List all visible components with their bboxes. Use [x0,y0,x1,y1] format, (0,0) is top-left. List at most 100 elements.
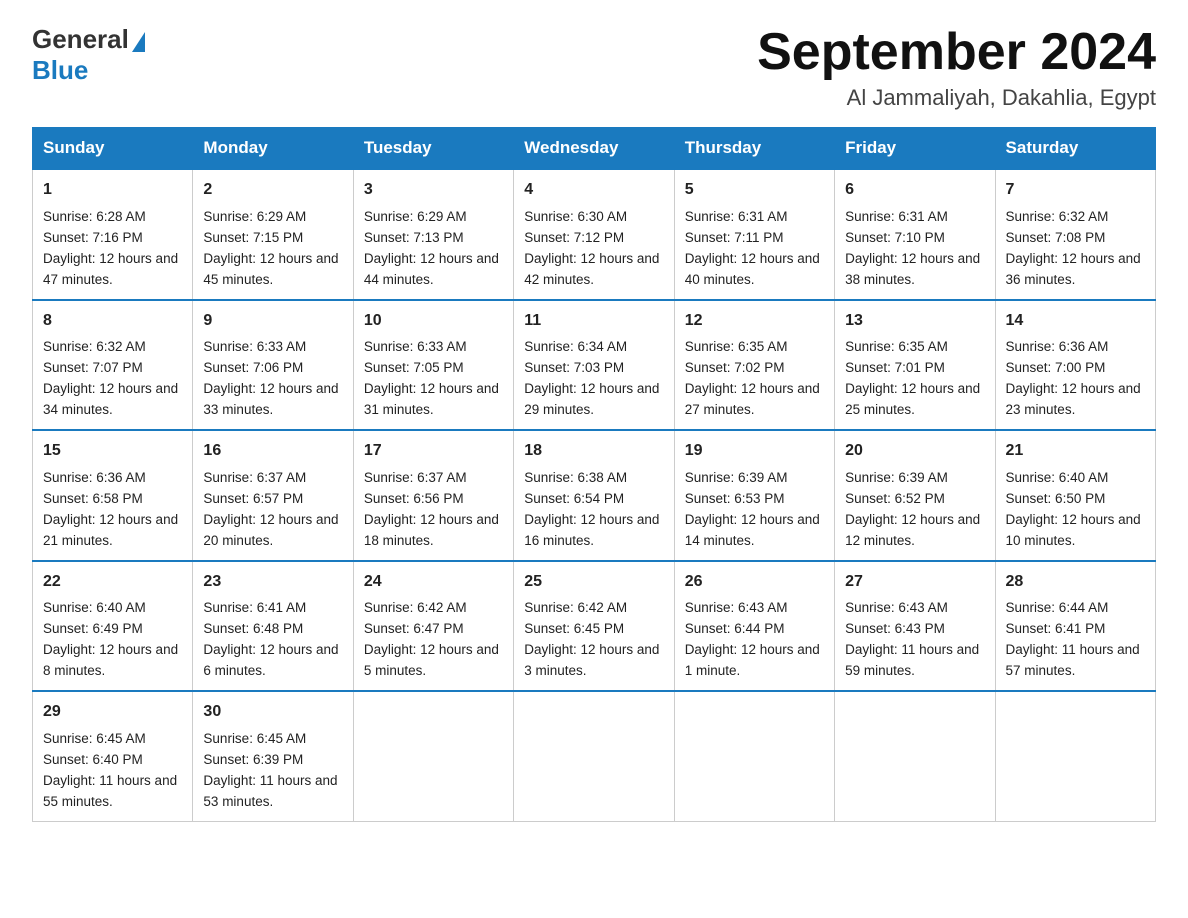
day-number: 9 [203,309,342,334]
logo-triangle-icon [132,32,145,52]
sunrise-text: Sunrise: 6:37 AM [364,470,467,485]
sunset-text: Sunset: 6:48 PM [203,621,303,636]
sunrise-text: Sunrise: 6:34 AM [524,339,627,354]
sunrise-text: Sunrise: 6:29 AM [364,209,467,224]
calendar-day-24: 24 Sunrise: 6:42 AM Sunset: 6:47 PM Dayligh… [353,561,513,691]
calendar-day-3: 3Sunrise: 6:29 AMSunset: 7:13 PMDaylight… [353,169,513,299]
day-number: 30 [203,700,342,725]
day-number: 28 [1006,570,1145,595]
calendar-header-friday: Friday [835,128,995,170]
daylight-text: Daylight: 12 hours and 45 minutes. [203,251,338,287]
sunset-text: Sunset: 7:16 PM [43,230,143,245]
sunset-text: Sunset: 6:45 PM [524,621,624,636]
day-number: 21 [1006,439,1145,464]
daylight-text: Daylight: 12 hours and 6 minutes. [203,642,338,678]
week-row-5: 29Sunrise: 6:45 AMSunset: 6:40 PMDayligh… [33,691,1156,821]
calendar-day-6: 6Sunrise: 6:31 AMSunset: 7:10 PMDaylight… [835,169,995,299]
daylight-text: Daylight: 11 hours and 55 minutes. [43,773,177,809]
day-number: 14 [1006,309,1145,334]
day-number: 15 [43,439,182,464]
sunrise-text: Sunrise: 6:30 AM [524,209,627,224]
daylight-text: Daylight: 12 hours and 12 minutes. [845,512,980,548]
sunset-text: Sunset: 6:53 PM [685,491,785,506]
calendar-day-20: 20Sunrise: 6:39 AMSunset: 6:52 PMDayligh… [835,430,995,560]
calendar-header-wednesday: Wednesday [514,128,674,170]
day-number: 2 [203,178,342,203]
calendar-day-19: 19Sunrise: 6:39 AMSunset: 6:53 PMDayligh… [674,430,834,560]
sunrise-text: Sunrise: 6:28 AM [43,209,146,224]
day-number: 26 [685,570,824,595]
sunset-text: Sunset: 6:52 PM [845,491,945,506]
sunset-text: Sunset: 6:54 PM [524,491,624,506]
calendar-day-16: 16Sunrise: 6:37 AMSunset: 6:57 PMDayligh… [193,430,353,560]
sunset-text: Sunset: 7:05 PM [364,360,464,375]
calendar-day-8: 8Sunrise: 6:32 AMSunset: 7:07 PMDaylight… [33,300,193,430]
calendar-day-27: 27Sunrise: 6:43 AMSunset: 6:43 PMDayligh… [835,561,995,691]
day-number: 24 [364,570,503,595]
daylight-text: Daylight: 12 hours and 40 minutes. [685,251,820,287]
day-number: 7 [1006,178,1145,203]
day-number: 12 [685,309,824,334]
day-number: 4 [524,178,663,203]
calendar-day-23: 23Sunrise: 6:41 AMSunset: 6:48 PMDayligh… [193,561,353,691]
logo-general: General [32,24,129,55]
calendar-day-9: 9Sunrise: 6:33 AMSunset: 7:06 PMDaylight… [193,300,353,430]
calendar-day-7: 7Sunrise: 6:32 AMSunset: 7:08 PMDaylight… [995,169,1155,299]
day-number: 19 [685,439,824,464]
week-row-2: 8Sunrise: 6:32 AMSunset: 7:07 PMDaylight… [33,300,1156,430]
calendar-day-25: 25Sunrise: 6:42 AMSunset: 6:45 PMDayligh… [514,561,674,691]
sunset-text: Sunset: 6:47 PM [364,621,464,636]
sunset-text: Sunset: 6:58 PM [43,491,143,506]
calendar-empty-cell [353,691,513,821]
day-number: 1 [43,178,182,203]
sunrise-text: Sunrise: 6:40 AM [43,600,146,615]
daylight-text: Daylight: 12 hours and 36 minutes. [1006,251,1141,287]
sunset-text: Sunset: 6:39 PM [203,752,303,767]
calendar-day-14: 14Sunrise: 6:36 AMSunset: 7:00 PMDayligh… [995,300,1155,430]
sunset-text: Sunset: 7:12 PM [524,230,624,245]
calendar-day-22: 22Sunrise: 6:40 AMSunset: 6:49 PMDayligh… [33,561,193,691]
day-number: 17 [364,439,503,464]
calendar-header-sunday: Sunday [33,128,193,170]
sunset-text: Sunset: 6:44 PM [685,621,785,636]
day-number: 3 [364,178,503,203]
sunrise-text: Sunrise: 6:39 AM [685,470,788,485]
sunrise-text: Sunrise: 6:31 AM [845,209,948,224]
sunrise-text: Sunrise: 6:29 AM [203,209,306,224]
sunrise-text: Sunrise: 6:42 AM [364,600,467,615]
sunrise-text: Sunrise: 6:32 AM [43,339,146,354]
day-number: 10 [364,309,503,334]
logo: General Blue [32,24,145,86]
calendar-day-15: 15Sunrise: 6:36 AMSunset: 6:58 PMDayligh… [33,430,193,560]
daylight-text: Daylight: 12 hours and 3 minutes. [524,642,659,678]
daylight-text: Daylight: 11 hours and 57 minutes. [1006,642,1140,678]
calendar-table: SundayMondayTuesdayWednesdayThursdayFrid… [32,127,1156,821]
calendar-day-18: 18Sunrise: 6:38 AMSunset: 6:54 PMDayligh… [514,430,674,560]
sunrise-text: Sunrise: 6:36 AM [1006,339,1109,354]
sunrise-text: Sunrise: 6:43 AM [685,600,788,615]
daylight-text: Daylight: 12 hours and 5 minutes. [364,642,499,678]
sunrise-text: Sunrise: 6:37 AM [203,470,306,485]
calendar-empty-cell [835,691,995,821]
calendar-day-12: 12Sunrise: 6:35 AMSunset: 7:02 PMDayligh… [674,300,834,430]
sunset-text: Sunset: 7:08 PM [1006,230,1106,245]
calendar-day-10: 10Sunrise: 6:33 AMSunset: 7:05 PMDayligh… [353,300,513,430]
daylight-text: Daylight: 12 hours and 16 minutes. [524,512,659,548]
sunset-text: Sunset: 6:40 PM [43,752,143,767]
daylight-text: Daylight: 12 hours and 34 minutes. [43,381,178,417]
daylight-text: Daylight: 12 hours and 44 minutes. [364,251,499,287]
calendar-day-30: 30Sunrise: 6:45 AMSunset: 6:39 PMDayligh… [193,691,353,821]
calendar-day-11: 11Sunrise: 6:34 AMSunset: 7:03 PMDayligh… [514,300,674,430]
sunrise-text: Sunrise: 6:33 AM [203,339,306,354]
week-row-4: 22Sunrise: 6:40 AMSunset: 6:49 PMDayligh… [33,561,1156,691]
calendar-day-29: 29Sunrise: 6:45 AMSunset: 6:40 PMDayligh… [33,691,193,821]
day-number: 16 [203,439,342,464]
sunrise-text: Sunrise: 6:42 AM [524,600,627,615]
day-number: 22 [43,570,182,595]
calendar-day-26: 26Sunrise: 6:43 AMSunset: 6:44 PMDayligh… [674,561,834,691]
logo-blue: Blue [32,55,88,85]
sunset-text: Sunset: 7:01 PM [845,360,945,375]
sunrise-text: Sunrise: 6:39 AM [845,470,948,485]
daylight-text: Daylight: 12 hours and 33 minutes. [203,381,338,417]
sunset-text: Sunset: 7:02 PM [685,360,785,375]
